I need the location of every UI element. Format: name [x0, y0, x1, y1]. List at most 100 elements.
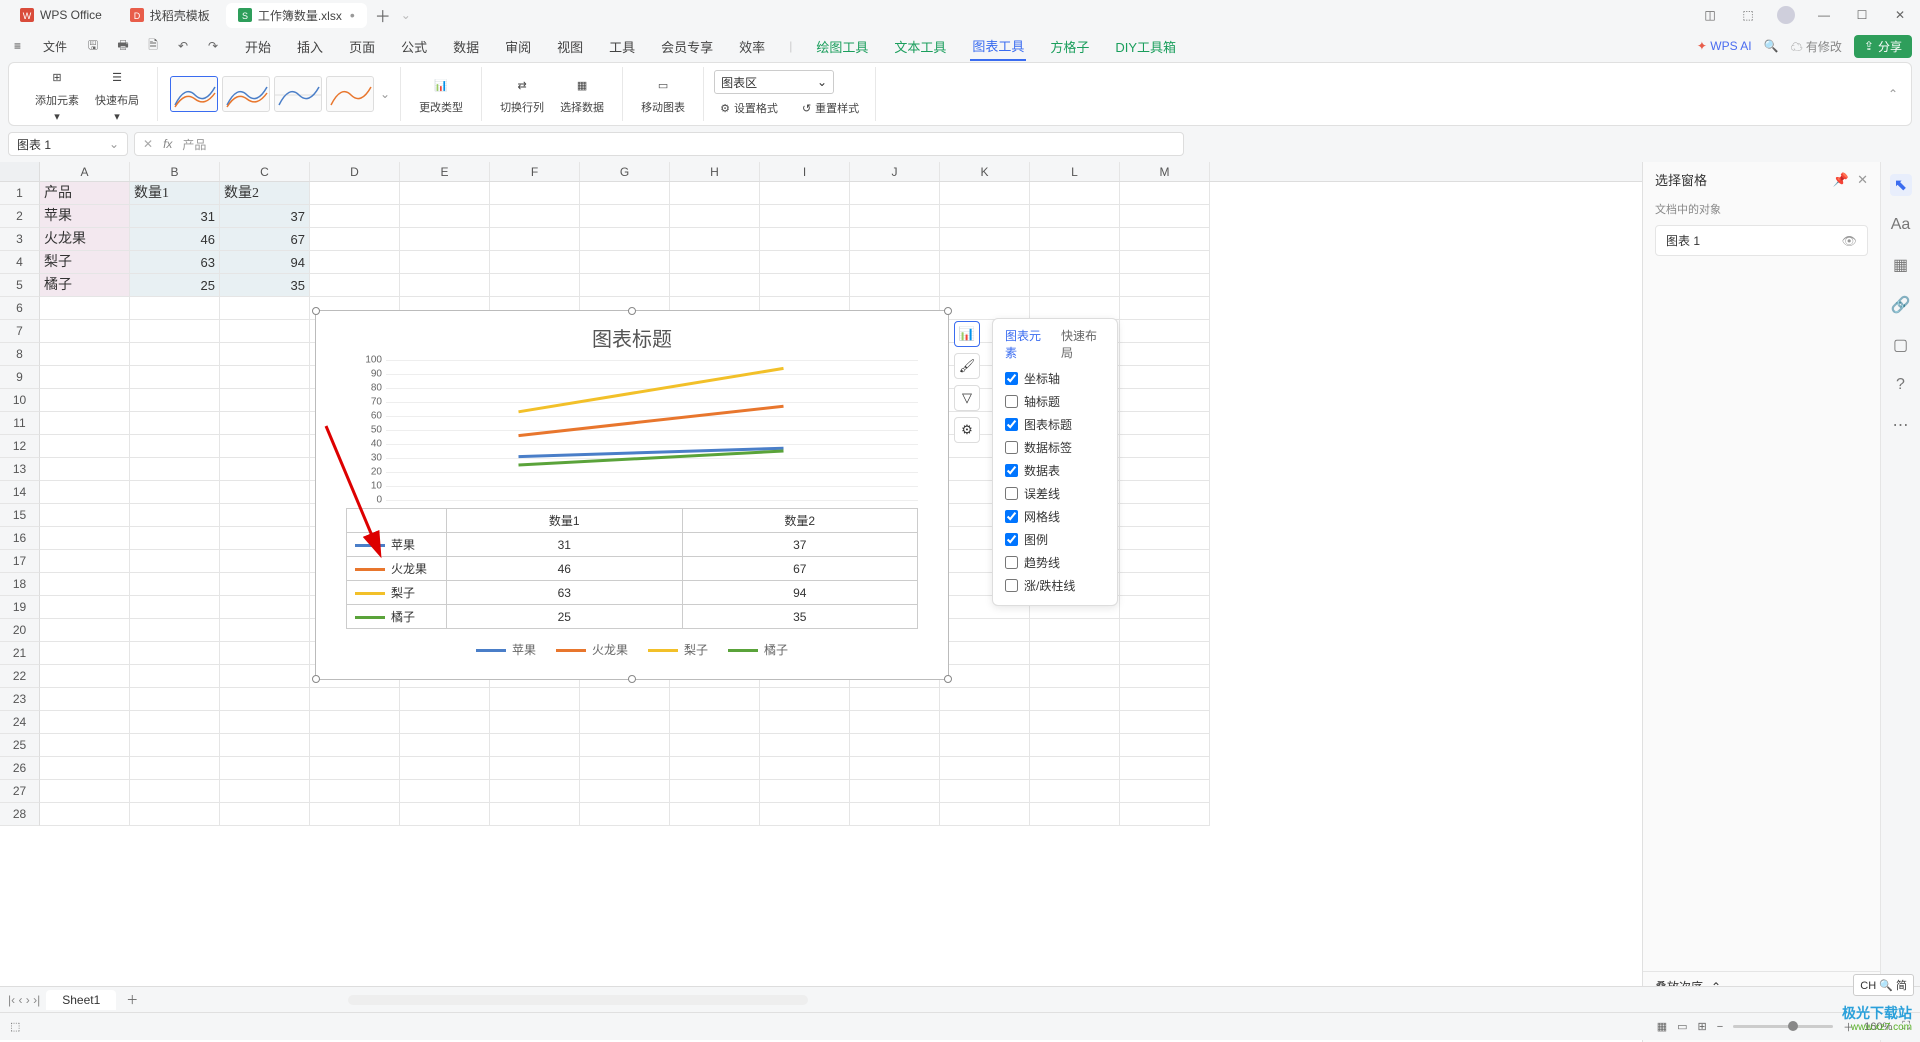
cell[interactable] — [850, 182, 940, 205]
cell[interactable] — [130, 803, 220, 826]
cell[interactable] — [1030, 642, 1120, 665]
cell[interactable] — [40, 711, 130, 734]
cell[interactable] — [760, 711, 850, 734]
cell[interactable] — [130, 504, 220, 527]
cell[interactable] — [580, 228, 670, 251]
cell[interactable]: 火龙果 — [40, 228, 130, 251]
cell[interactable] — [310, 228, 400, 251]
redo-icon[interactable]: ↷ — [203, 36, 223, 56]
resize-handle[interactable] — [944, 675, 952, 683]
cell[interactable] — [40, 412, 130, 435]
cell[interactable] — [1120, 711, 1210, 734]
file-menu[interactable]: 文件 — [37, 36, 73, 57]
cell[interactable] — [490, 205, 580, 228]
cell[interactable] — [580, 757, 670, 780]
cell[interactable] — [220, 366, 310, 389]
cell[interactable] — [130, 412, 220, 435]
cell[interactable] — [130, 757, 220, 780]
cell[interactable] — [670, 205, 760, 228]
column-header[interactable]: F — [490, 162, 580, 181]
sheet-nav[interactable]: |‹ ‹ › ›| — [8, 993, 40, 1007]
cell[interactable] — [400, 688, 490, 711]
menu-tab[interactable]: 绘图工具 — [814, 33, 870, 60]
cell[interactable] — [220, 412, 310, 435]
pin-icon[interactable]: 📌 — [1833, 172, 1849, 188]
column-header[interactable]: K — [940, 162, 1030, 181]
row-header[interactable]: 20 — [0, 619, 40, 642]
add-tab-button[interactable]: ＋ — [371, 3, 395, 27]
wps-ai-button[interactable]: ✦ WPS AI — [1697, 39, 1752, 53]
cell[interactable] — [580, 205, 670, 228]
select-tool-icon[interactable]: ⬉ — [1890, 174, 1912, 196]
cell[interactable] — [130, 527, 220, 550]
cell[interactable] — [130, 734, 220, 757]
cell[interactable] — [130, 550, 220, 573]
cell[interactable] — [40, 734, 130, 757]
cell[interactable] — [850, 780, 940, 803]
compact-icon[interactable]: ◫ — [1698, 3, 1722, 27]
cell[interactable] — [130, 711, 220, 734]
column-header[interactable]: M — [1120, 162, 1210, 181]
cell[interactable] — [940, 228, 1030, 251]
cell[interactable] — [400, 780, 490, 803]
row-header[interactable]: 22 — [0, 665, 40, 688]
cell[interactable] — [1030, 274, 1120, 297]
row-header[interactable]: 11 — [0, 412, 40, 435]
cell[interactable] — [400, 251, 490, 274]
cell[interactable] — [1120, 780, 1210, 803]
spreadsheet-grid[interactable]: ABCDEFGHIJKLM 1产品数量1数量22苹果31373火龙果46674梨… — [0, 162, 1642, 1042]
cell[interactable] — [130, 573, 220, 596]
cell[interactable] — [220, 711, 310, 734]
cell[interactable] — [1120, 435, 1210, 458]
cell[interactable] — [940, 665, 1030, 688]
add-sheet-button[interactable]: ＋ — [122, 990, 142, 1010]
cell[interactable] — [220, 527, 310, 550]
cell[interactable] — [760, 803, 850, 826]
cell[interactable] — [220, 504, 310, 527]
cell[interactable] — [310, 803, 400, 826]
cell[interactable] — [220, 550, 310, 573]
cell[interactable] — [1120, 458, 1210, 481]
selection-pane-item[interactable]: 图表 1 👁 — [1655, 225, 1868, 256]
cell[interactable] — [40, 619, 130, 642]
cell[interactable] — [760, 205, 850, 228]
cell[interactable] — [760, 274, 850, 297]
cell[interactable] — [940, 734, 1030, 757]
cell[interactable] — [1120, 757, 1210, 780]
close-panel-icon[interactable]: ✕ — [1857, 172, 1868, 188]
popup-checkbox-item[interactable]: 误差线 — [993, 482, 1117, 505]
style-more-icon[interactable]: ⌄ — [380, 87, 390, 101]
template-tab[interactable]: D 找稻壳模板 — [118, 3, 222, 28]
row-header[interactable]: 14 — [0, 481, 40, 504]
cell[interactable] — [40, 665, 130, 688]
menu-tab[interactable]: 效率 — [737, 33, 767, 60]
cell[interactable] — [490, 274, 580, 297]
cell[interactable] — [1030, 297, 1120, 320]
row-header[interactable]: 27 — [0, 780, 40, 803]
row-header[interactable]: 16 — [0, 527, 40, 550]
popup-tab-layout[interactable]: 快速布局 — [1061, 327, 1105, 361]
cell[interactable] — [310, 711, 400, 734]
resize-handle[interactable] — [312, 307, 320, 315]
cell[interactable] — [580, 734, 670, 757]
cell[interactable] — [40, 757, 130, 780]
cell[interactable] — [580, 182, 670, 205]
cell[interactable] — [220, 803, 310, 826]
column-header[interactable]: B — [130, 162, 220, 181]
row-header[interactable]: 18 — [0, 573, 40, 596]
cell[interactable] — [850, 688, 940, 711]
menu-tab[interactable]: 页面 — [347, 33, 377, 60]
chart-area-select[interactable]: 图表区⌄ — [714, 70, 834, 94]
cell[interactable] — [580, 688, 670, 711]
cell[interactable] — [1120, 274, 1210, 297]
row-header[interactable]: 7 — [0, 320, 40, 343]
cell[interactable] — [310, 251, 400, 274]
cell[interactable] — [850, 711, 940, 734]
add-element-button[interactable]: ⊞ 添加元素▾ — [27, 64, 87, 125]
change-type-button[interactable]: 📊 更改类型 — [411, 71, 471, 117]
row-header[interactable]: 9 — [0, 366, 40, 389]
cell[interactable] — [220, 688, 310, 711]
cell[interactable] — [940, 205, 1030, 228]
cell[interactable]: 63 — [130, 251, 220, 274]
cell[interactable] — [400, 228, 490, 251]
